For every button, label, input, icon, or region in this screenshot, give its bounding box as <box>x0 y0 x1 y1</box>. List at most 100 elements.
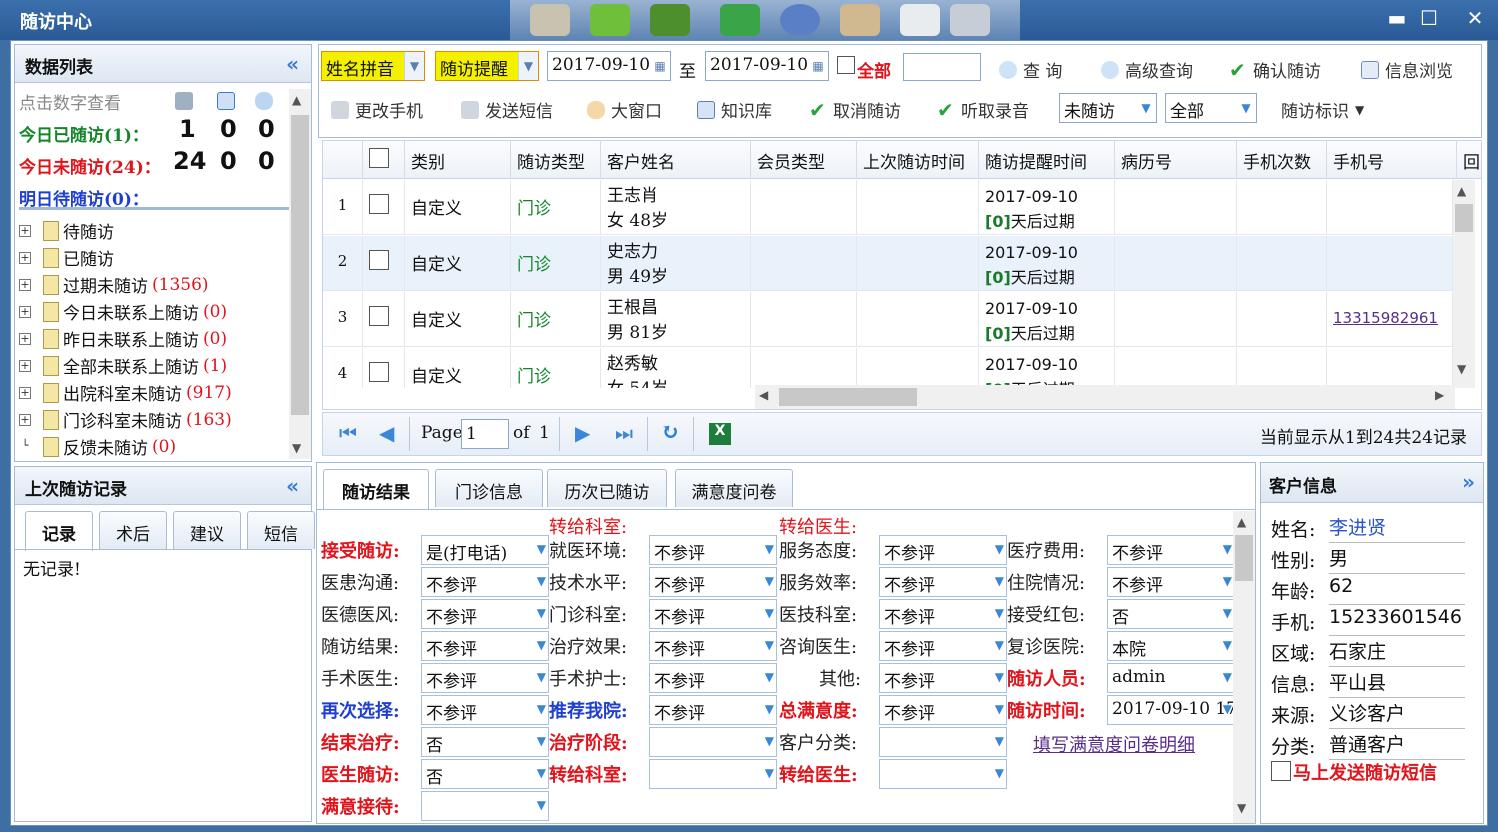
query-button[interactable]: 查 询 <box>999 57 1062 82</box>
form-select[interactable]: 不参评 ▼ <box>879 663 1007 693</box>
row-select-cell[interactable] <box>363 236 405 291</box>
tree-leaf-connector[interactable]: └ <box>19 440 31 453</box>
row-checkbox[interactable] <box>369 362 389 382</box>
form-select[interactable]: 2017-09-10 17 ▼ <box>1107 695 1233 725</box>
chevron-down-icon[interactable]: ▼ <box>537 606 546 620</box>
result-tab[interactable]: 门诊信息 <box>435 469 543 507</box>
today-pending-count-2[interactable]: 0 <box>220 147 237 175</box>
chevron-down-icon[interactable]: ▼ <box>765 542 774 556</box>
form-select[interactable]: 否 ▼ <box>421 727 549 757</box>
form-select[interactable]: ▼ <box>421 791 549 821</box>
visit-tag-menu[interactable]: 随访标识 ▼ <box>1281 97 1364 122</box>
maximize-icon[interactable]: ☐ <box>1414 6 1444 30</box>
row-select-cell[interactable] <box>363 292 405 347</box>
form-select[interactable]: 不参评 ▼ <box>421 631 549 661</box>
scroll-down-icon[interactable]: ▼ <box>1457 362 1466 376</box>
chevron-down-icon[interactable]: ▼ <box>1223 702 1232 716</box>
scope-filter-select[interactable]: 全部 ▼ <box>1165 93 1257 123</box>
today-done-count-2[interactable]: 0 <box>220 115 237 143</box>
result-tab[interactable]: 满意度问卷 <box>675 469 793 507</box>
scroll-up-icon[interactable]: ▲ <box>1237 515 1246 529</box>
survey-link[interactable]: 填写满意度问卷明细 <box>1033 731 1195 757</box>
row-select-cell[interactable] <box>363 348 405 388</box>
result-tab[interactable]: 随访结果 <box>323 469 429 509</box>
grid-hscroll[interactable]: ◀ ▶ <box>755 385 1455 409</box>
date-field-select[interactable]: 随访提醒 ▼ <box>435 51 539 81</box>
advanced-query-button[interactable]: 高级查询 <box>1101 57 1193 82</box>
form-select[interactable]: 不参评 ▼ <box>649 567 777 597</box>
send-sms-button[interactable]: 发送短信 <box>461 97 553 122</box>
col-record-no[interactable]: 病历号 <box>1115 141 1237 179</box>
cancel-visit-button[interactable]: ✔ 取消随访 <box>809 97 901 123</box>
form-select[interactable]: 不参评 ▼ <box>879 535 1007 565</box>
tree-item[interactable]: + 已随访 <box>19 244 289 271</box>
first-page-icon[interactable]: ⏮ <box>339 421 357 445</box>
status-filter-select[interactable]: 未随访 ▼ <box>1059 93 1157 123</box>
expand-icon[interactable]: + <box>19 386 31 399</box>
keyword-input[interactable] <box>903 53 981 81</box>
form-select[interactable]: ▼ <box>649 759 777 789</box>
col-more[interactable]: 回 <box>1457 141 1481 179</box>
select-all-header[interactable] <box>363 141 405 179</box>
collapse-customer-icon[interactable]: » <box>1462 470 1475 494</box>
chevron-down-icon[interactable]: ▼ <box>537 734 546 748</box>
chevron-down-icon[interactable]: ▼ <box>537 766 546 780</box>
form-select[interactable]: 不参评 ▼ <box>421 567 549 597</box>
scroll-right-icon[interactable]: ▶ <box>1435 388 1444 402</box>
left-scrollbar[interactable]: ▲ ▼ <box>289 89 311 459</box>
excel-export-icon[interactable]: X <box>709 423 731 445</box>
today-pending-count[interactable]: 24 <box>173 147 206 175</box>
tree-item[interactable]: + 昨日未联系上随访 (0) <box>19 325 289 352</box>
form-select[interactable]: 否 ▼ <box>421 759 549 789</box>
form-select[interactable]: 不参评 ▼ <box>649 695 777 725</box>
last-visit-tab[interactable]: 建议 <box>173 511 241 549</box>
browse-info-button[interactable]: 信息浏览 <box>1361 57 1453 82</box>
last-visit-tab[interactable]: 记录 <box>25 511 93 551</box>
scroll-down-icon[interactable]: ▼ <box>292 441 301 455</box>
last-visit-tab[interactable]: 术后 <box>99 511 167 549</box>
chevron-down-icon[interactable]: ▼ <box>995 542 1004 556</box>
fax-icon[interactable] <box>175 92 193 110</box>
scroll-up-icon[interactable]: ▲ <box>292 93 301 107</box>
page-input[interactable]: 1 <box>461 419 509 449</box>
prev-page-icon[interactable]: ◀ <box>379 421 394 445</box>
chevron-down-icon[interactable]: ▼ <box>995 766 1004 780</box>
knowledge-base-button[interactable]: 知识库 <box>697 97 772 122</box>
confirm-visit-button[interactable]: ✔ 确认随访 <box>1229 57 1321 83</box>
form-select[interactable]: 不参评 ▼ <box>421 599 549 629</box>
refresh-icon[interactable]: ↻ <box>661 419 679 445</box>
chat-icon[interactable] <box>720 4 760 36</box>
col-category[interactable]: 类别 <box>405 141 511 179</box>
table-row[interactable]: 2 自定义 门诊 史志力男 49岁 2017-09-10 [0]天后过期 <box>323 236 1453 291</box>
form-select[interactable]: 不参评 ▼ <box>1107 535 1233 565</box>
chevron-down-icon[interactable]: ▼ <box>537 670 546 684</box>
chevron-down-icon[interactable]: ▼ <box>1223 670 1232 684</box>
result-tab[interactable]: 历次已随访 <box>547 469 667 507</box>
form-select[interactable]: 本院 ▼ <box>1107 631 1233 661</box>
minimize-icon[interactable]: ▬ <box>1382 6 1412 30</box>
hi-phone-icon[interactable] <box>650 4 690 36</box>
form-select[interactable]: 不参评 ▼ <box>421 695 549 725</box>
form-select[interactable]: admin ▼ <box>1107 663 1233 693</box>
mail-icon[interactable] <box>217 92 235 110</box>
scroll-thumb[interactable] <box>1235 535 1253 581</box>
close-icon[interactable]: ✕ <box>1460 6 1490 30</box>
today-pending-count-3[interactable]: 0 <box>258 147 275 175</box>
row-checkbox[interactable] <box>369 250 389 270</box>
chevron-down-icon[interactable]: ▼ <box>765 574 774 588</box>
chevron-down-icon[interactable]: ▼ <box>537 638 546 652</box>
next-page-icon[interactable]: ▶ <box>575 421 590 445</box>
tree-item[interactable]: └ 反馈未随访 (0) <box>19 433 289 460</box>
form-select[interactable]: ▼ <box>879 759 1007 789</box>
form-select[interactable]: 不参评 ▼ <box>649 631 777 661</box>
last-visit-tab[interactable]: 短信 <box>247 511 315 549</box>
chevron-down-icon[interactable]: ▼ <box>765 734 774 748</box>
form-select[interactable]: 不参评 ▼ <box>649 599 777 629</box>
col-phone-count[interactable]: 手机次数 <box>1237 141 1327 179</box>
chevron-down-icon[interactable]: ▼ <box>537 542 546 556</box>
date-from-input[interactable]: 2017-09-10 ▦ <box>547 51 671 81</box>
phone-icon[interactable] <box>780 4 820 36</box>
expand-icon[interactable]: + <box>19 251 31 264</box>
listen-record-button[interactable]: ✔ 听取录音 <box>937 97 1029 123</box>
chevron-down-icon[interactable]: ▼ <box>995 702 1004 716</box>
